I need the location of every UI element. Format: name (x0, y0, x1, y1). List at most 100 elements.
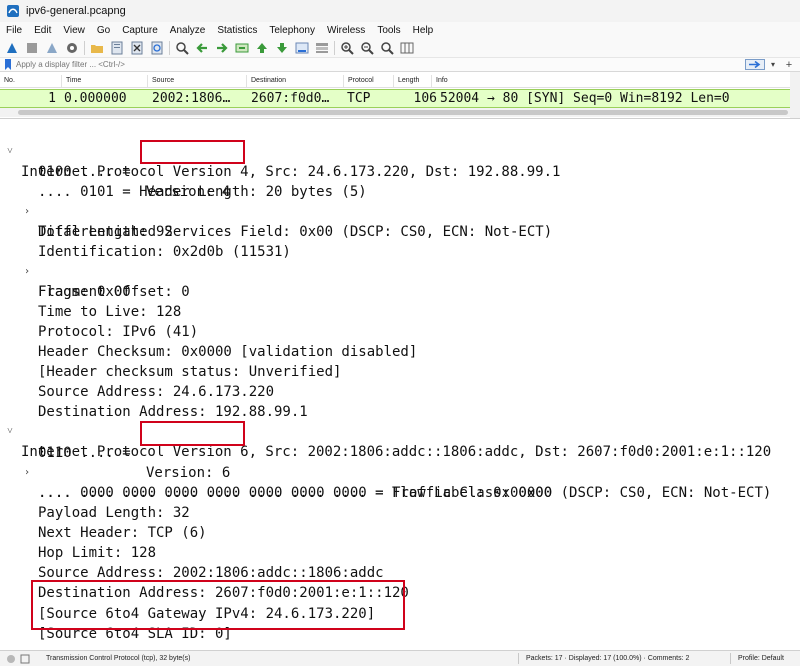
menu-analyze[interactable]: Analyze (164, 25, 212, 36)
display-filter-bar: ▾ + (0, 58, 800, 72)
status-bar: Transmission Control Protocol (tcp), 32 … (0, 650, 800, 666)
status-profile[interactable]: Profile: Default (738, 651, 784, 666)
tree-field-ipv6-6to4-sla[interactable]: [Source 6to4 SLA ID: 0] (0, 604, 800, 642)
tree-node-ipv4-flags[interactable]: › Flags: 0x00 (0, 242, 800, 300)
packet-source: 2002:1806… (152, 91, 231, 106)
title-bar: ipv6-general.pcapng (0, 0, 800, 23)
column-header-length[interactable]: Length (394, 75, 432, 87)
tree-field-ipv4-fragment-offset[interactable]: Fragment Offset: 0 (0, 262, 800, 300)
packet-list-header: No. Time Source Destination Protocol Len… (0, 75, 790, 88)
tree-field-ipv4-version[interactable]: 0100 .... = Version: 4 (0, 142, 800, 200)
tree-field-ipv4-header-length[interactable]: .... 0101 = Header Length: 20 bytes (5) (0, 162, 800, 200)
go-forward-icon[interactable] (214, 40, 230, 56)
packet-info: 52004 → 80 [SYN] Seq=0 Win=8192 Len=0 (440, 91, 730, 106)
add-filter-button-icon[interactable]: + (783, 58, 795, 71)
open-folder-icon[interactable] (89, 40, 105, 56)
tree-field-ipv4-checksum-status[interactable]: [Header checksum status: Unverified] (0, 342, 800, 380)
expert-info-icon[interactable] (6, 654, 16, 664)
main-toolbar (0, 38, 800, 58)
find-magnifier-icon[interactable] (174, 40, 190, 56)
go-back-icon[interactable] (194, 40, 210, 56)
go-to-packet-icon[interactable] (234, 40, 250, 56)
toolbar-separator (334, 40, 335, 55)
window-title: ipv6-general.pcapng (26, 5, 126, 17)
stop-icon[interactable] (24, 40, 40, 56)
save-file-icon[interactable] (109, 40, 125, 56)
status-separator (518, 653, 519, 664)
status-selected-field: Transmission Control Protocol (tcp), 32 … (46, 655, 191, 662)
menu-statistics[interactable]: Statistics (211, 25, 263, 36)
menu-edit[interactable]: Edit (28, 25, 57, 36)
go-last-icon[interactable] (274, 40, 290, 56)
bookmark-icon[interactable] (4, 59, 12, 70)
status-separator (730, 653, 731, 664)
tree-field-ipv6-version[interactable]: 0110 .... = Version: 6 (0, 423, 800, 481)
chevron-down-icon[interactable]: ▾ (768, 59, 778, 70)
display-filter-input[interactable] (14, 58, 744, 71)
status-packet-counts: Packets: 17 · Displayed: 17 (100.0%) · C… (526, 655, 690, 662)
ipv6-6to4-sla-id: [Source 6to4 SLA ID: 0] (38, 626, 232, 642)
zoom-in-icon[interactable] (339, 40, 355, 56)
packet-destination: 2607:f0d0… (251, 91, 330, 106)
colorize-icon[interactable] (314, 40, 330, 56)
tree-field-ipv4-checksum[interactable]: Header Checksum: 0x0000 [validation disa… (0, 322, 800, 360)
menu-bar: File Edit View Go Capture Analyze Statis… (0, 22, 800, 38)
packet-time: 0.000000 (64, 91, 127, 106)
menu-tools[interactable]: Tools (371, 25, 406, 36)
shark-fin-start-icon[interactable] (4, 40, 20, 56)
tree-node-ipv6-traffic-class[interactable]: › .... 0000 0000 .... .... .... .... ...… (0, 443, 800, 501)
tree-field-ipv6-dst[interactable]: Destination Address: 2607:f0d0:2001:e:1:… (0, 563, 800, 601)
tree-field-ipv6-payload-length[interactable]: Payload Length: 32 (0, 483, 800, 521)
column-header-no[interactable]: No. (0, 75, 62, 87)
tree-field-ipv4-dst[interactable]: Destination Address: 192.88.99.1 (0, 382, 800, 420)
autoscroll-icon[interactable] (294, 40, 310, 56)
tree-field-ipv6-flow-label[interactable]: .... .... .... 0000 0000 0000 0000 0000 … (0, 463, 800, 501)
tree-field-ipv6-next-header[interactable]: Next Header: TCP (6) (0, 503, 800, 541)
menu-telephony[interactable]: Telephony (263, 25, 321, 36)
packet-list-hscroll-thumb[interactable] (18, 110, 788, 115)
wireshark-app-icon (7, 5, 19, 17)
menu-go[interactable]: Go (91, 25, 116, 36)
tree-field-ipv6-hop-limit[interactable]: Hop Limit: 128 (0, 523, 800, 561)
packet-length: 106 (413, 91, 437, 106)
tree-field-ipv4-src[interactable]: Source Address: 24.6.173.220 (0, 362, 800, 400)
apply-filter-arrow-icon[interactable] (745, 59, 765, 70)
toolbar-separator (84, 40, 85, 55)
tree-node-ipv4[interactable]: ˅ Internet Protocol Version 4, Src: 24.6… (0, 122, 800, 180)
zoom-normal-icon[interactable] (379, 40, 395, 56)
column-header-destination[interactable]: Destination (247, 75, 344, 87)
packet-row-cells: 1 0.000000 2002:1806… 2607:f0d0… TCP 106 52004… (0, 90, 790, 107)
column-header-time[interactable]: Time (62, 75, 148, 87)
menu-capture[interactable]: Capture (116, 25, 164, 36)
tree-field-ipv6-src[interactable]: Source Address: 2002:1806:addc::1806:add… (0, 543, 800, 581)
reload-icon[interactable] (149, 40, 165, 56)
tree-field-ipv4-protocol[interactable]: Protocol: IPv6 (41) (0, 302, 800, 340)
menu-file[interactable]: File (0, 25, 28, 36)
column-header-protocol[interactable]: Protocol (344, 75, 394, 87)
wireshark-window: ipv6-general.pcapng File Edit View Go Ca… (0, 0, 800, 666)
zoom-out-icon[interactable] (359, 40, 375, 56)
restart-icon[interactable] (44, 40, 60, 56)
toolbar-separator (169, 40, 170, 55)
column-header-source[interactable]: Source (148, 75, 247, 87)
packet-protocol: TCP (347, 91, 371, 106)
packet-details-pane: ˅ Internet Protocol Version 4, Src: 24.6… (0, 120, 800, 650)
tree-field-ipv4-total-length[interactable]: Total Length: 92 (0, 202, 800, 240)
tree-field-ipv4-identification[interactable]: Identification: 0x2d0b (11531) (0, 222, 800, 260)
tree-node-ipv4-dsfield[interactable]: › Differentiated Services Field: 0x00 (D… (0, 182, 800, 240)
menu-wireless[interactable]: Wireless (321, 25, 371, 36)
resize-columns-icon[interactable] (399, 40, 415, 56)
go-first-icon[interactable] (254, 40, 270, 56)
menu-view[interactable]: View (57, 25, 91, 36)
tree-field-ipv4-ttl[interactable]: Time to Live: 128 (0, 282, 800, 320)
options-gear-icon[interactable] (64, 40, 80, 56)
packet-row[interactable]: 1 0.000000 2002:1806… 2607:f0d0… TCP 106 52004… (0, 89, 790, 108)
capture-comment-icon[interactable] (20, 654, 30, 664)
packet-no: 1 (48, 91, 56, 106)
tree-node-ipv6[interactable]: ˅ Internet Protocol Version 6, Src: 2002… (0, 402, 800, 460)
column-header-info[interactable]: Info (432, 75, 790, 87)
tree-field-ipv6-6to4-gateway[interactable]: [Source 6to4 Gateway IPv4: 24.6.173.220] (0, 584, 800, 622)
menu-help[interactable]: Help (407, 25, 440, 36)
packet-list-vscrollbar[interactable] (790, 72, 800, 118)
close-file-icon[interactable] (129, 40, 145, 56)
